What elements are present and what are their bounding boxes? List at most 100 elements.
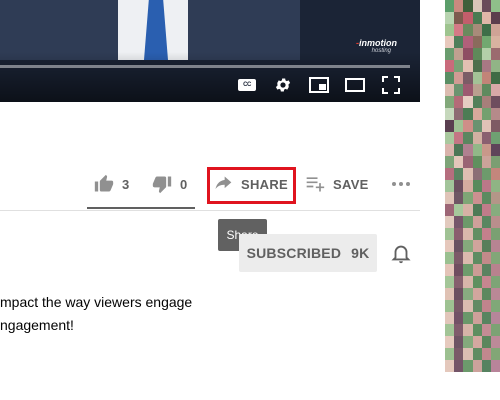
sidebar-pixel bbox=[490, 324, 500, 336]
sidebar-pixel bbox=[445, 168, 455, 180]
sidebar-pixel bbox=[454, 336, 464, 348]
sidebar-pixel bbox=[454, 276, 464, 288]
sidebar-pixel bbox=[454, 36, 464, 48]
sidebar-pixel bbox=[472, 252, 482, 264]
sidebar-pixel bbox=[481, 192, 491, 204]
sidebar-pixel bbox=[445, 324, 455, 336]
sidebar-pixel bbox=[490, 288, 500, 300]
sidebar-pixel bbox=[472, 168, 482, 180]
sidebar-pixel bbox=[481, 84, 491, 96]
sidebar-pixel bbox=[454, 240, 464, 252]
sidebar-pixel bbox=[472, 240, 482, 252]
sidebar-pixel bbox=[454, 144, 464, 156]
more-actions-button[interactable] bbox=[391, 178, 411, 190]
sidebar-pixel bbox=[463, 288, 473, 300]
more-horizontal-icon bbox=[392, 182, 410, 186]
sidebar-pixel bbox=[463, 72, 473, 84]
fullscreen-button[interactable] bbox=[380, 74, 402, 96]
sidebar-pixel bbox=[463, 228, 473, 240]
sidebar-pixel bbox=[472, 324, 482, 336]
sidebar-pixel bbox=[445, 288, 455, 300]
sidebar-pixel bbox=[463, 96, 473, 108]
sidebar-pixel bbox=[445, 264, 455, 276]
sidebar-pixel bbox=[490, 12, 500, 24]
sidebar-pixel bbox=[463, 216, 473, 228]
sidebar-pixel bbox=[481, 240, 491, 252]
sidebar-pixel bbox=[481, 12, 491, 24]
miniplayer-button[interactable] bbox=[308, 74, 330, 96]
sidebar-pixel bbox=[445, 120, 455, 132]
sidebar-pixel bbox=[490, 156, 500, 168]
sidebar-pixel bbox=[472, 300, 482, 312]
sidebar-pixel bbox=[454, 204, 464, 216]
sidebar-pixel bbox=[481, 24, 491, 36]
sidebar-pixel bbox=[472, 96, 482, 108]
sidebar-pixel bbox=[454, 84, 464, 96]
sidebar-pixel bbox=[454, 0, 464, 12]
sidebar-pixel bbox=[454, 108, 464, 120]
sidebar-pixel bbox=[481, 180, 491, 192]
sidebar-pixel bbox=[445, 36, 455, 48]
sidebar-pixel bbox=[481, 228, 491, 240]
video-description: mpact the way viewers engage ngagement! bbox=[0, 291, 192, 337]
sidebar-pixel bbox=[481, 144, 491, 156]
sidebar-pixel bbox=[472, 264, 482, 276]
sidebar-pixel bbox=[490, 312, 500, 324]
captions-icon: CC bbox=[238, 79, 256, 91]
like-button[interactable]: 3 bbox=[94, 174, 130, 194]
section-divider bbox=[0, 210, 420, 211]
sidebar-pixel bbox=[490, 348, 500, 360]
sidebar-pixel bbox=[463, 324, 473, 336]
sidebar-pixel bbox=[490, 84, 500, 96]
sidebar-pixel bbox=[472, 336, 482, 348]
sidebar-pixel bbox=[490, 72, 500, 84]
sidebar-pixel bbox=[463, 252, 473, 264]
save-button[interactable]: SAVE bbox=[305, 175, 369, 193]
sidebar-pixel bbox=[472, 120, 482, 132]
sidebar-pixel bbox=[472, 204, 482, 216]
sidebar-pixel bbox=[445, 216, 455, 228]
sidebar-pixel bbox=[463, 360, 473, 372]
dislike-button[interactable]: 0 bbox=[152, 174, 188, 194]
sidebar-pixel bbox=[445, 0, 455, 12]
sidebar-pixel bbox=[490, 48, 500, 60]
sidebar-pixel bbox=[445, 12, 455, 24]
sidebar-pixel bbox=[481, 96, 491, 108]
sidebar-pixel bbox=[481, 132, 491, 144]
sidebar-pixel bbox=[481, 252, 491, 264]
progress-bar[interactable] bbox=[0, 65, 410, 68]
sidebar-pixel bbox=[490, 204, 500, 216]
sidebar-pixel bbox=[454, 72, 464, 84]
sidebar-pixel bbox=[463, 144, 473, 156]
notification-bell-button[interactable] bbox=[390, 241, 412, 265]
sidebar-pixel bbox=[490, 132, 500, 144]
like-count: 3 bbox=[122, 176, 130, 192]
settings-button[interactable] bbox=[272, 74, 294, 96]
watermark-logo: -inmotion hosting bbox=[356, 38, 397, 54]
captions-button[interactable]: CC bbox=[236, 74, 258, 96]
logo-subtext: hosting bbox=[371, 48, 391, 54]
sidebar-pixel bbox=[445, 24, 455, 36]
theater-mode-button[interactable] bbox=[344, 74, 366, 96]
sidebar-pixel bbox=[472, 180, 482, 192]
sidebar-pixel bbox=[454, 228, 464, 240]
sidebar-pixel bbox=[445, 84, 455, 96]
sidebar-pixel bbox=[463, 0, 473, 12]
logo-text: inmotion bbox=[359, 38, 397, 48]
theater-mode-icon bbox=[345, 78, 365, 92]
sidebar-thumbnails[interactable] bbox=[445, 0, 500, 400]
sidebar-pixel bbox=[463, 36, 473, 48]
sidebar-pixel bbox=[463, 156, 473, 168]
video-player[interactable]: -inmotion hosting CC bbox=[0, 0, 420, 102]
subscribed-button[interactable]: SUBSCRIBED 9K bbox=[239, 234, 377, 272]
sidebar-pixel bbox=[472, 312, 482, 324]
sidebar-pixel bbox=[490, 360, 500, 372]
sidebar-pixel bbox=[454, 360, 464, 372]
sidebar-pixel bbox=[481, 300, 491, 312]
sidebar-pixel bbox=[463, 192, 473, 204]
sidebar-pixel bbox=[490, 96, 500, 108]
thumbs-down-icon bbox=[152, 176, 172, 194]
sidebar-pixel bbox=[445, 108, 455, 120]
sidebar-pixel bbox=[445, 132, 455, 144]
fullscreen-icon bbox=[382, 76, 400, 94]
